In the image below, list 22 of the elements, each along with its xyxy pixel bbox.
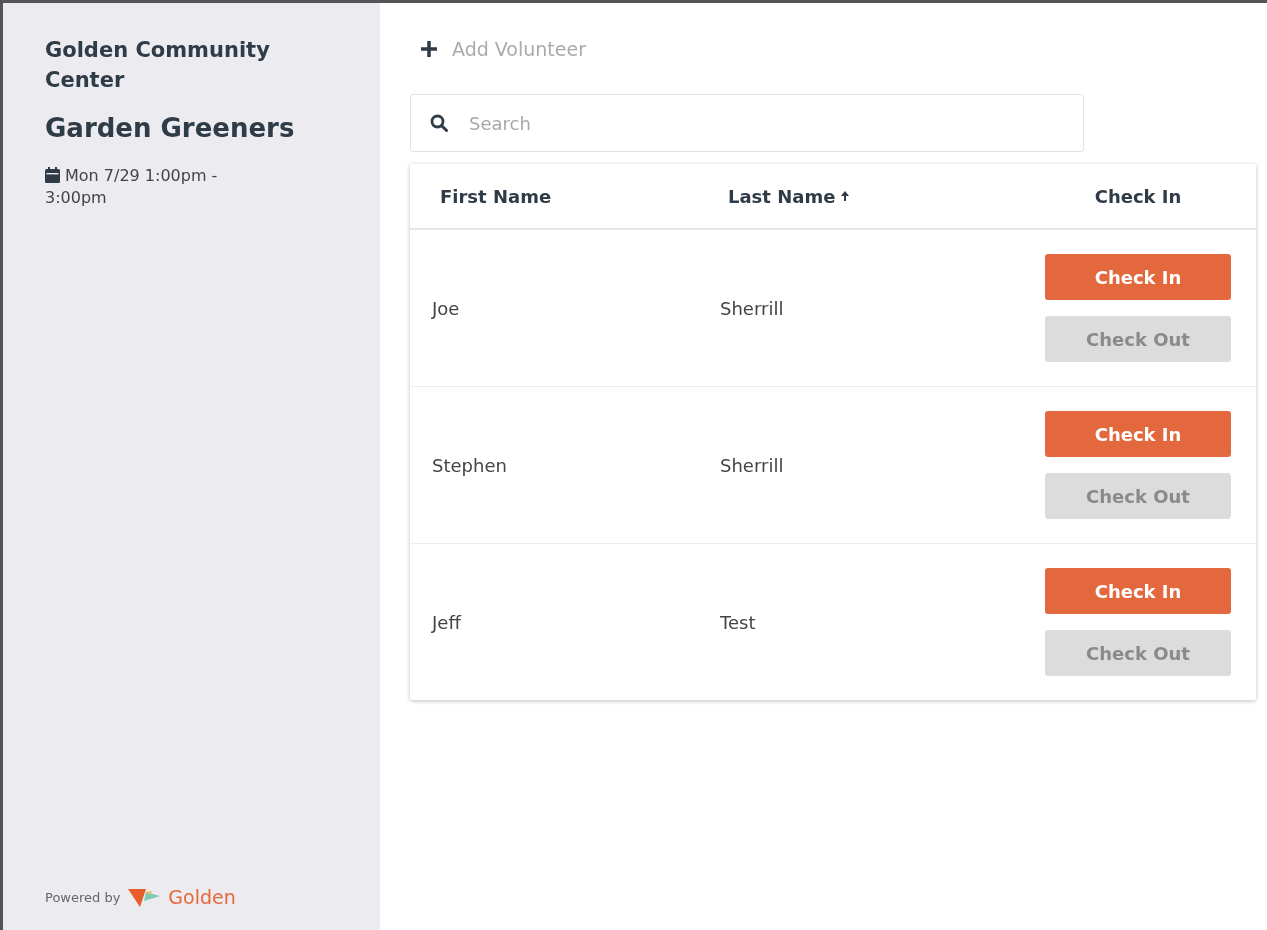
organization-name: Golden Community Center [45, 37, 271, 94]
logo-icon [128, 887, 161, 907]
check-in-button[interactable]: Check In [1045, 254, 1231, 300]
powered-by-label: Powered by [45, 889, 121, 905]
plus-icon [420, 40, 438, 58]
table-cell-text: Jeff [432, 611, 463, 633]
check-in-button[interactable]: Check In [1045, 568, 1231, 614]
calendar-icon [45, 167, 60, 183]
event-title: Garden Greeners [45, 113, 296, 143]
column-header[interactable]: Last Name [720, 185, 1020, 207]
table-cell-text: Sherrill [720, 454, 785, 476]
brand-name: Golden [168, 886, 236, 908]
table-cell-text: Stephen [432, 454, 508, 476]
table-cell-text: Sherrill [720, 297, 785, 319]
column-header[interactable]: First Name [432, 185, 720, 207]
search-field[interactable]: Search [410, 94, 1084, 152]
column-header[interactable]: Check In [1020, 185, 1256, 207]
table-cell-text: Test [720, 611, 757, 633]
check-in-button[interactable]: Check In [1045, 411, 1231, 457]
table-cell-text: Joe [432, 297, 461, 319]
add-volunteer-button[interactable]: Add Volunteer [410, 29, 596, 69]
event-time: Mon 7/29 1:00pm - 3:00pm [45, 165, 219, 209]
